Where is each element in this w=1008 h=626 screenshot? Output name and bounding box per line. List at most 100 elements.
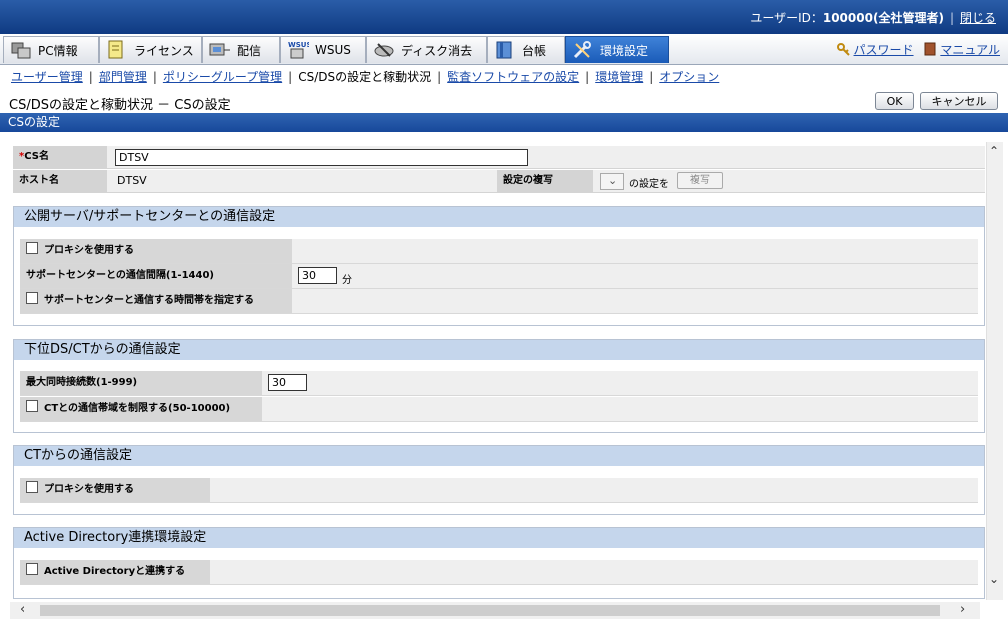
host-value: DTSV: [117, 174, 147, 187]
public-server-panel: 公開サーバ/サポートセンターとの通信設定 プロキシを使用する サポートセンターと…: [13, 206, 985, 326]
ledger-icon: [494, 40, 516, 60]
vertical-scrollbar[interactable]: ⌃ ⌄: [986, 142, 1003, 600]
ad-panel: Active Directory連携環境設定 Active Directoryと…: [13, 527, 985, 599]
public-proxy-row: プロキシを使用する: [20, 239, 978, 264]
scroll-left-icon[interactable]: ‹: [20, 602, 25, 617]
tab-disk-erase[interactable]: ディスク消去: [366, 36, 487, 63]
bandwidth-checkbox[interactable]: [26, 400, 38, 412]
ct-comm-panel: CTからの通信設定 プロキシを使用する: [13, 445, 985, 515]
cs-name-row: *CS名 DTSV: [13, 146, 985, 169]
timeband-label: サポートセンターと通信する時間帯を指定する: [20, 289, 292, 313]
close-link[interactable]: 閉じる: [960, 11, 996, 25]
scroll-right-icon[interactable]: ›: [960, 602, 965, 617]
page-title: CS/DSの設定と稼動状況 － CSの設定: [9, 98, 231, 113]
subnav-policy-group[interactable]: ポリシーグループ管理: [163, 70, 282, 84]
tab-label: ライセンス: [134, 43, 194, 58]
subnav-user-management[interactable]: ユーザー管理: [11, 70, 83, 84]
separator: |: [437, 70, 442, 84]
user-id-label: ユーザーID：: [750, 11, 823, 25]
ct-proxy-text: プロキシを使用する: [44, 484, 134, 495]
top-bar: ユーザーID：100000(全社管理者) | 閉じる: [0, 0, 1008, 34]
separator: |: [288, 70, 293, 84]
tab-pc-info[interactable]: PC情報: [3, 36, 99, 63]
bandwidth-label: CTとの通信帯域を制限する(50-10000): [20, 397, 262, 421]
manual-link[interactable]: マニュアル: [940, 43, 1000, 57]
timeband-text: サポートセンターと通信する時間帯を指定する: [44, 295, 254, 306]
header-links: パスワード マニュアル: [836, 41, 1000, 58]
separator: |: [585, 70, 590, 84]
copy-suffix: の設定を: [629, 179, 669, 190]
subnav-option[interactable]: オプション: [659, 70, 719, 84]
cancel-button[interactable]: キャンセル: [920, 92, 998, 110]
pc-icon: [10, 40, 32, 60]
max-conn-input[interactable]: 30: [268, 374, 307, 391]
ct-comm-title: CTからの通信設定: [14, 446, 984, 466]
settings-content: *CS名 DTSV ホスト名 DTSV 設定の複写 ⌄ の設定を 複写 公開サー…: [5, 132, 986, 602]
timeband-checkbox[interactable]: [26, 292, 38, 304]
svg-text:WSUS: WSUS: [288, 41, 309, 49]
ad-link-row: Active Directoryと連携する: [20, 560, 978, 585]
user-id-value: 100000(全社管理者): [822, 11, 944, 25]
ad-link-checkbox[interactable]: [26, 563, 38, 575]
ad-link-text: Active Directoryと連携する: [44, 566, 186, 577]
ad-title: Active Directory連携環境設定: [14, 528, 984, 548]
disk-erase-icon: [373, 40, 395, 60]
tab-label: ディスク消去: [401, 43, 473, 58]
ct-proxy-checkbox[interactable]: [26, 481, 38, 493]
cs-name-input[interactable]: DTSV: [115, 149, 528, 166]
cs-name-text: CS名: [24, 151, 49, 162]
scroll-down-icon[interactable]: ⌄: [989, 572, 999, 586]
sub-navigation: ユーザー管理 | 部門管理 | ポリシーグループ管理 | CS/DSの設定と稼動状況 | 監査ソ…: [11, 68, 719, 85]
horizontal-scrollbar[interactable]: ‹ ›: [10, 602, 980, 619]
subnav-department[interactable]: 部門管理: [99, 70, 147, 84]
public-proxy-label: プロキシを使用する: [20, 239, 292, 263]
tab-license[interactable]: ライセンス: [99, 36, 202, 63]
tab-label: 環境設定: [600, 43, 649, 58]
subnav-audit-software[interactable]: 監査ソフトウェアの設定: [447, 70, 579, 84]
subnav-environment[interactable]: 環境管理: [595, 70, 643, 84]
ct-proxy-label: プロキシを使用する: [20, 478, 210, 502]
interval-label: サポートセンターとの通信間隔(1-1440): [20, 264, 292, 288]
timeband-row: サポートセンターと通信する時間帯を指定する: [20, 289, 978, 314]
interval-row: サポートセンターとの通信間隔(1-1440) 30 分: [20, 264, 978, 289]
password-link[interactable]: パスワード: [854, 43, 914, 57]
copy-button[interactable]: 複写: [677, 172, 723, 189]
tab-label: WSUS: [315, 43, 351, 57]
bandwidth-text: CTとの通信帯域を制限する(50-10000): [44, 403, 231, 414]
separator: |: [949, 11, 954, 25]
scroll-thumb[interactable]: [40, 605, 940, 616]
manual-icon: [923, 42, 937, 56]
tab-wsus[interactable]: WSUS WSUS: [280, 36, 366, 63]
tab-label: 配信: [237, 43, 262, 58]
ad-link-label: Active Directoryと連携する: [20, 560, 210, 584]
max-conn-row: 最大同時接続数(1-999) 30: [20, 371, 978, 396]
ok-button[interactable]: OK: [875, 92, 914, 110]
distribution-icon: [209, 40, 231, 60]
copy-source-select[interactable]: ⌄: [600, 173, 624, 190]
scroll-up-icon[interactable]: ⌃: [989, 144, 999, 158]
settings-icon: [572, 40, 594, 60]
user-info: ユーザーID：100000(全社管理者) | 閉じる: [750, 9, 996, 26]
host-label: ホスト名: [13, 170, 107, 192]
interval-input[interactable]: 30: [298, 267, 337, 284]
tab-label: 台帳: [522, 43, 547, 58]
cs-name-label: *CS名: [13, 146, 107, 168]
wsus-icon: WSUS: [287, 40, 312, 60]
copy-settings-label: 設定の複写: [497, 170, 593, 192]
separator: |: [88, 70, 93, 84]
chevron-down-icon: ⌄: [608, 174, 618, 187]
separator: |: [649, 70, 654, 84]
ct-proxy-row: プロキシを使用する: [20, 478, 978, 503]
key-icon: [836, 42, 851, 56]
license-icon: [106, 40, 128, 60]
tab-settings[interactable]: 環境設定: [565, 36, 669, 63]
tab-label: PC情報: [38, 43, 78, 58]
tab-distribution[interactable]: 配信: [202, 36, 280, 63]
section-header: CSの設定: [0, 113, 1008, 132]
public-proxy-text: プロキシを使用する: [44, 245, 134, 256]
public-proxy-checkbox[interactable]: [26, 242, 38, 254]
tab-ledger[interactable]: 台帳: [487, 36, 565, 63]
public-server-title: 公開サーバ/サポートセンターとの通信設定: [14, 207, 984, 227]
subnav-current: CS/DSの設定と稼動状況: [298, 70, 432, 84]
separator: |: [152, 70, 157, 84]
